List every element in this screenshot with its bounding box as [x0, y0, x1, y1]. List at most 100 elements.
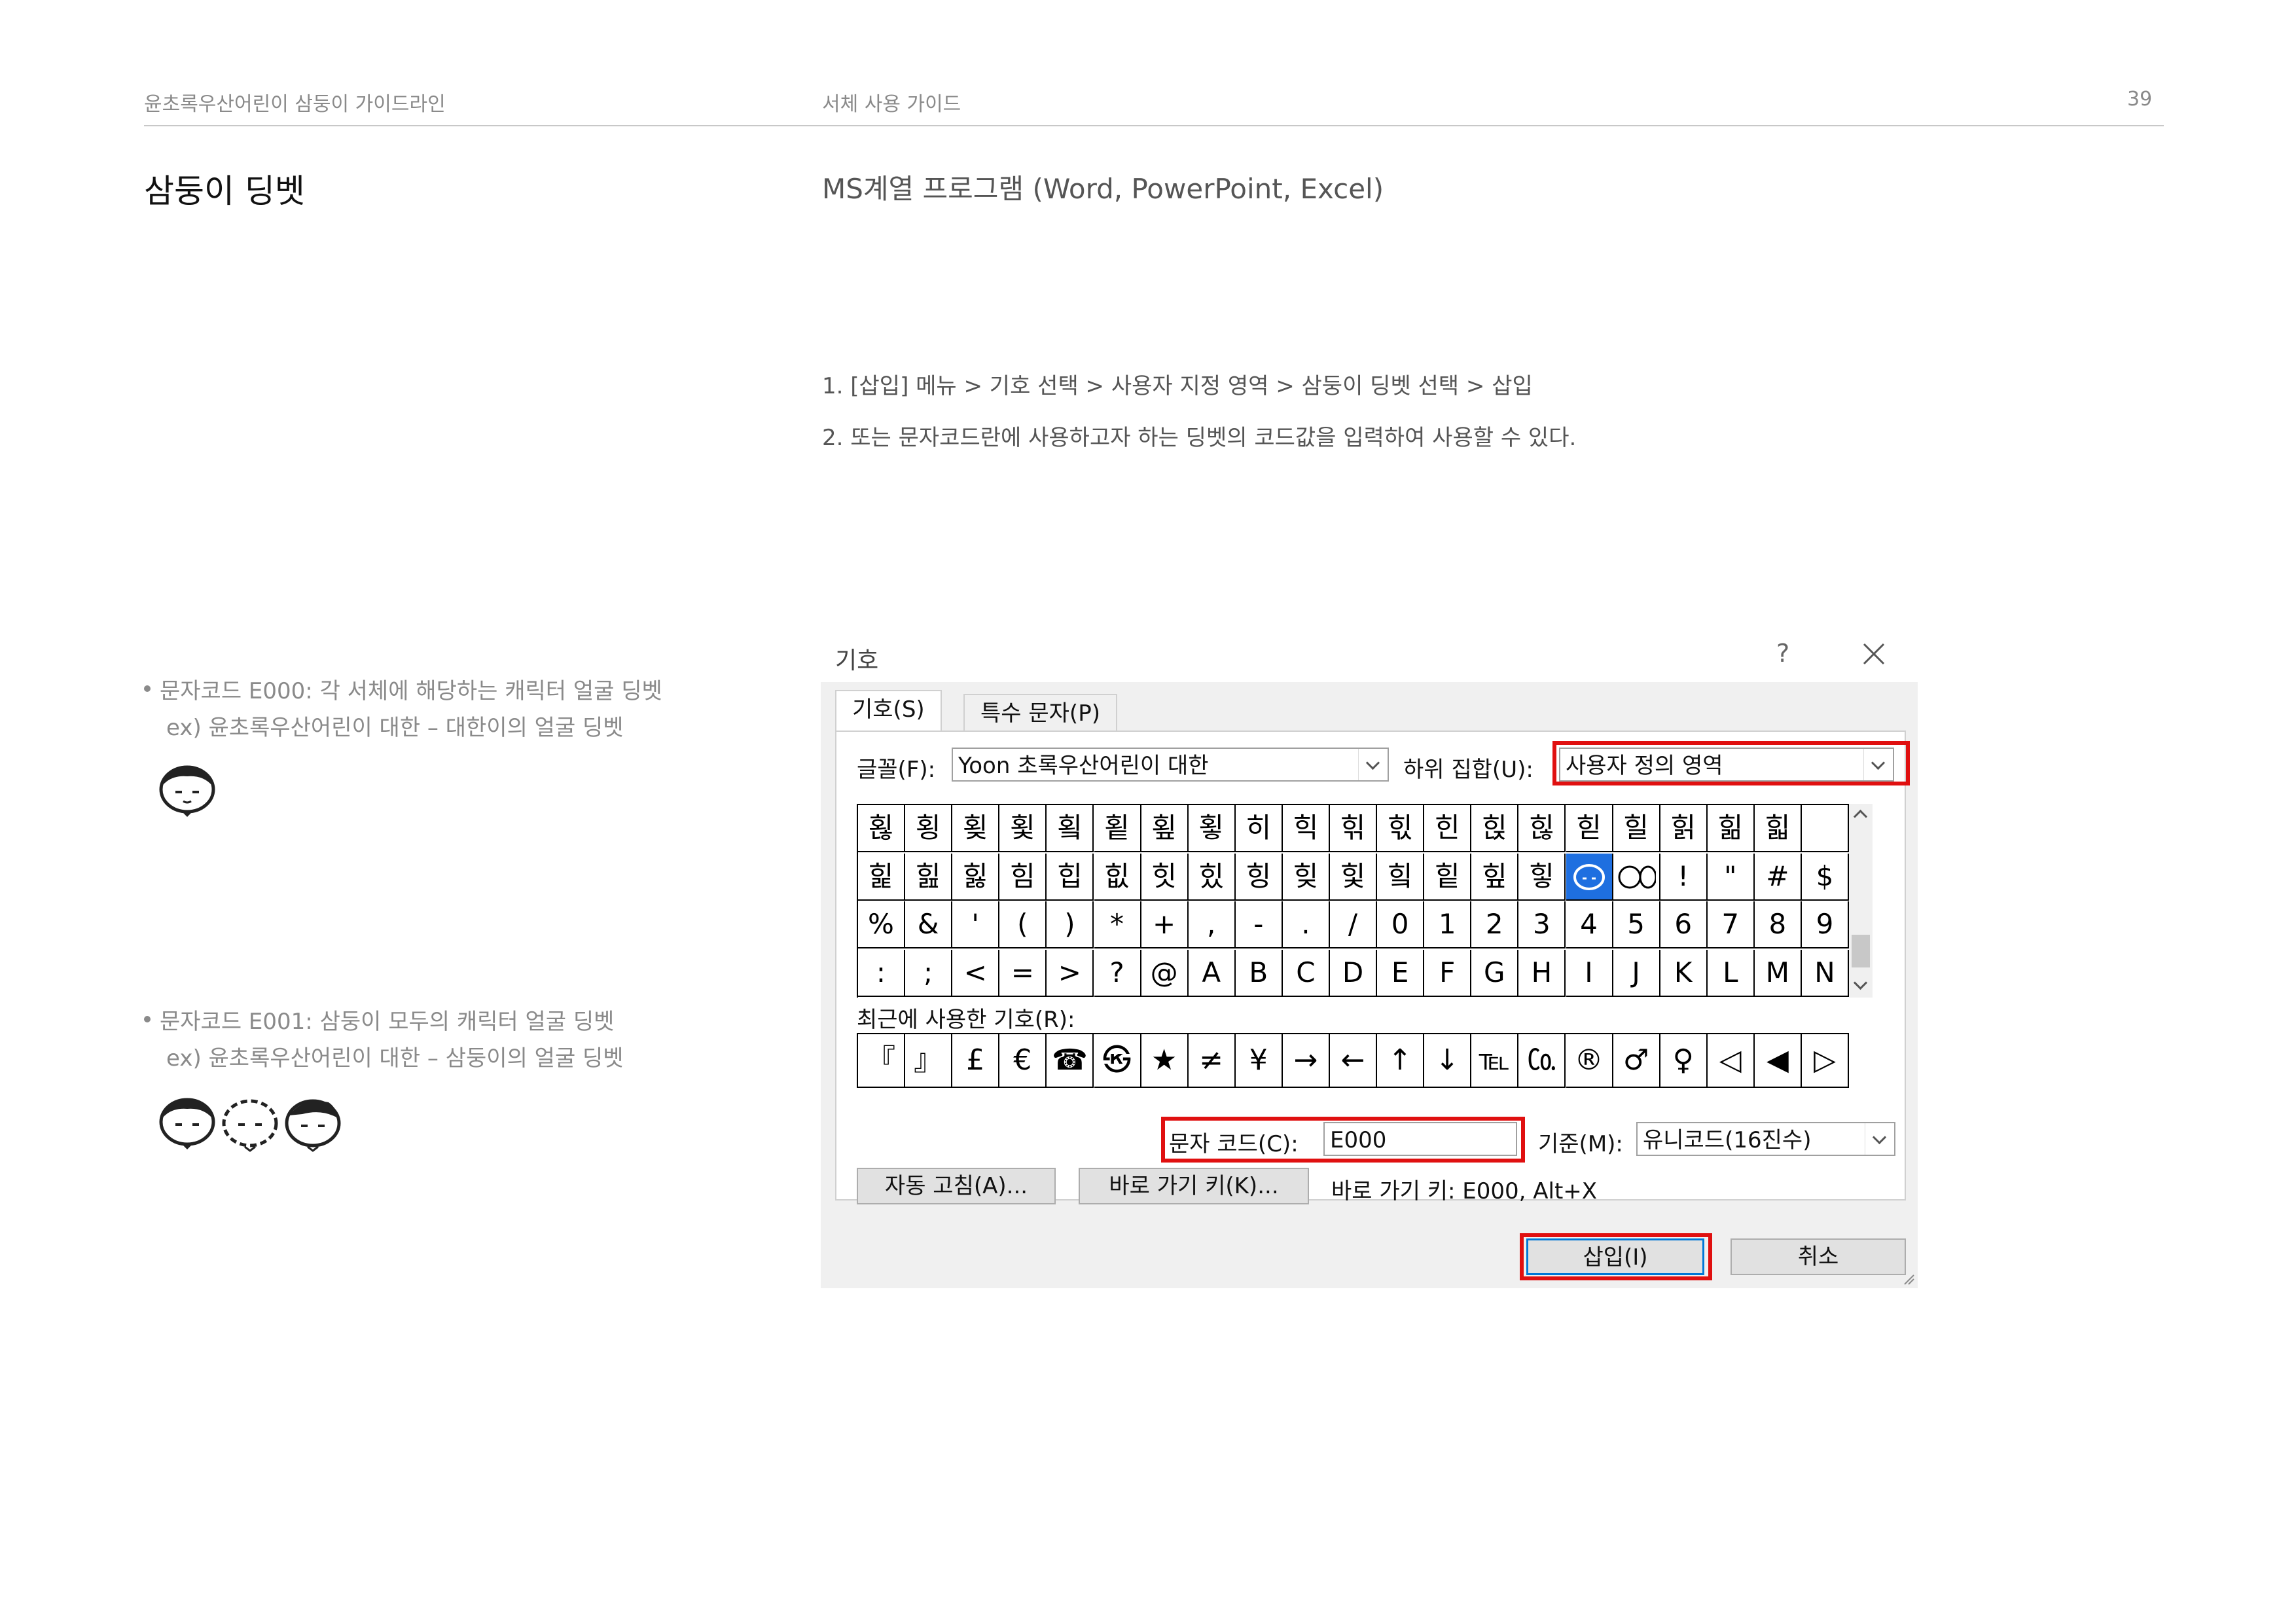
symbol-cell[interactable]: @: [1141, 949, 1189, 997]
recent-symbol-cell[interactable]: ℡: [1471, 1034, 1519, 1088]
cancel-button[interactable]: 취소: [1731, 1238, 1906, 1275]
recent-symbol-cell[interactable]: ☎: [1047, 1034, 1094, 1088]
recent-symbol-cell[interactable]: ㉿: [1094, 1034, 1141, 1088]
symbol-cell[interactable]: &: [905, 901, 953, 948]
recent-symbol-cell[interactable]: ♂: [1613, 1034, 1660, 1088]
symbol-cell[interactable]: E: [1377, 949, 1425, 997]
symbol-cell[interactable]: 힒: [1707, 805, 1755, 852]
symbol-cell[interactable]: .: [1282, 901, 1330, 948]
symbol-cell[interactable]: ;: [905, 949, 953, 997]
resize-grip-icon[interactable]: [1902, 1272, 1915, 1286]
symbol-cell[interactable]: 힟: [1330, 853, 1377, 901]
scroll-up-icon[interactable]: [1853, 809, 1868, 824]
symbol-cell[interactable]: *: [1094, 901, 1141, 948]
symbol-cell[interactable]: 힝: [1235, 853, 1283, 901]
recent-symbol-cell[interactable]: ↑: [1377, 1034, 1425, 1088]
symbol-cell[interactable]: 힊: [1330, 805, 1377, 852]
scroll-thumb[interactable]: [1852, 935, 1870, 967]
symbol-cell-trio[interactable]: [1613, 853, 1660, 901]
recent-symbol-cell[interactable]: ▷: [1802, 1034, 1849, 1088]
symbol-cell[interactable]: 힖: [905, 853, 953, 901]
recent-symbol-cell[interactable]: ㏇: [1518, 1034, 1566, 1088]
symbol-cell[interactable]: 2: [1471, 901, 1519, 948]
symbol-cell[interactable]: 5: [1613, 901, 1660, 948]
recent-symbol-cell[interactable]: ★: [1141, 1034, 1189, 1088]
shortcut-key-button[interactable]: 바로 가기 키(K)...: [1079, 1168, 1309, 1204]
symbol-cell[interactable]: !: [1660, 853, 1708, 901]
symbol-cell[interactable]: J: [1613, 949, 1660, 997]
symbol-cell[interactable]: 힘: [999, 853, 1047, 901]
symbol-cell[interactable]: (: [999, 901, 1047, 948]
help-button[interactable]: ?: [1776, 639, 1789, 668]
symbol-cell[interactable]: %: [858, 901, 905, 948]
symbol-cell[interactable]: 1: [1424, 901, 1472, 948]
recent-symbol-cell[interactable]: →: [1282, 1034, 1330, 1088]
symbol-cell-selected[interactable]: [1566, 853, 1613, 901]
symbol-cell[interactable]: D: [1330, 949, 1377, 997]
recent-symbol-cell[interactable]: 『: [858, 1034, 905, 1088]
symbol-cell[interactable]: F: [1424, 949, 1472, 997]
symbol-cell[interactable]: ,: [1188, 901, 1236, 948]
recent-symbol-cell[interactable]: ↓: [1424, 1034, 1472, 1088]
basis-select[interactable]: 유니코드(16진수): [1636, 1122, 1895, 1156]
symbol-cell[interactable]: -: [1235, 901, 1283, 948]
recent-symbol-cell[interactable]: ◀: [1754, 1034, 1802, 1088]
symbol-cell[interactable]: 횦: [1141, 805, 1189, 852]
symbol-cell[interactable]: 9: [1802, 901, 1849, 948]
symbol-cell[interactable]: 횡: [905, 805, 953, 852]
symbol-cell[interactable]: M: [1754, 949, 1802, 997]
chevron-down-icon[interactable]: [1865, 1123, 1894, 1155]
symbol-cell[interactable]: 힍: [1471, 805, 1519, 852]
symbol-cell[interactable]: 7: [1707, 901, 1755, 948]
symbol-cell[interactable]: 힌: [1424, 805, 1472, 852]
symbol-cell[interactable]: 힓: [1754, 805, 1802, 852]
symbol-cell[interactable]: ': [952, 901, 1000, 948]
symbol-cell[interactable]: I: [1566, 949, 1613, 997]
recent-symbol-cell[interactable]: £: [952, 1034, 1000, 1088]
symbol-cell[interactable]: 횢: [952, 805, 1000, 852]
symbol-cell[interactable]: 힙: [1047, 853, 1094, 901]
symbol-cell[interactable]: 히: [1235, 805, 1283, 852]
close-icon[interactable]: [1859, 639, 1889, 669]
recent-symbol-cell[interactable]: ®: [1566, 1034, 1613, 1088]
symbol-cell[interactable]: 3: [1518, 901, 1566, 948]
symbol-cell[interactable]: 힞: [1282, 853, 1330, 901]
recent-symbol-cell[interactable]: ♀: [1660, 1034, 1708, 1088]
symbol-cell[interactable]: H: [1518, 949, 1566, 997]
symbol-cell[interactable]: G: [1471, 949, 1519, 997]
tab-symbols[interactable]: 기호(S): [835, 690, 942, 733]
symbol-cell[interactable]: 0: [1377, 901, 1425, 948]
symbol-cell[interactable]: 힉: [1282, 805, 1330, 852]
symbol-cell[interactable]: =: [999, 949, 1047, 997]
recent-symbol-cell[interactable]: ¥: [1235, 1034, 1283, 1088]
symbol-cell[interactable]: 힗: [952, 853, 1000, 901]
symbol-cell[interactable]: 횧: [1188, 805, 1236, 852]
symbol-cell[interactable]: /: [1330, 901, 1377, 948]
tab-special-characters[interactable]: 특수 문자(P): [963, 694, 1117, 732]
symbol-cell[interactable]: >: [1047, 949, 1094, 997]
symbol-cell[interactable]: N: [1802, 949, 1849, 997]
symbol-cell[interactable]: :: [858, 949, 905, 997]
symbol-cell[interactable]: 힚: [1094, 853, 1141, 901]
symbol-cell[interactable]: 8: [1754, 901, 1802, 948]
chevron-down-icon[interactable]: [1358, 749, 1388, 780]
symbol-cell[interactable]: 힜: [1188, 853, 1236, 901]
symbol-cell[interactable]: K: [1660, 949, 1708, 997]
symbol-cell[interactable]: [1802, 805, 1849, 852]
symbol-cell[interactable]: ): [1047, 901, 1094, 948]
symbol-cell[interactable]: 힢: [1471, 853, 1519, 901]
symbol-cell[interactable]: 횤: [1047, 805, 1094, 852]
recent-symbol-cell[interactable]: €: [999, 1034, 1047, 1088]
recent-symbol-cell[interactable]: ≠: [1188, 1034, 1236, 1088]
symbol-cell[interactable]: +: [1141, 901, 1189, 948]
symbol-cell[interactable]: B: [1235, 949, 1283, 997]
symbol-cell[interactable]: 횣: [999, 805, 1047, 852]
recent-symbol-cell[interactable]: ←: [1330, 1034, 1377, 1088]
symbol-cell[interactable]: 힕: [858, 853, 905, 901]
symbol-cell[interactable]: ?: [1094, 949, 1141, 997]
symbol-cell[interactable]: C: [1282, 949, 1330, 997]
symbol-cell[interactable]: 힠: [1377, 853, 1425, 901]
symbol-cell[interactable]: $: [1802, 853, 1849, 901]
symbol-cell[interactable]: 횒: [858, 805, 905, 852]
symbol-cell[interactable]: 4: [1566, 901, 1613, 948]
